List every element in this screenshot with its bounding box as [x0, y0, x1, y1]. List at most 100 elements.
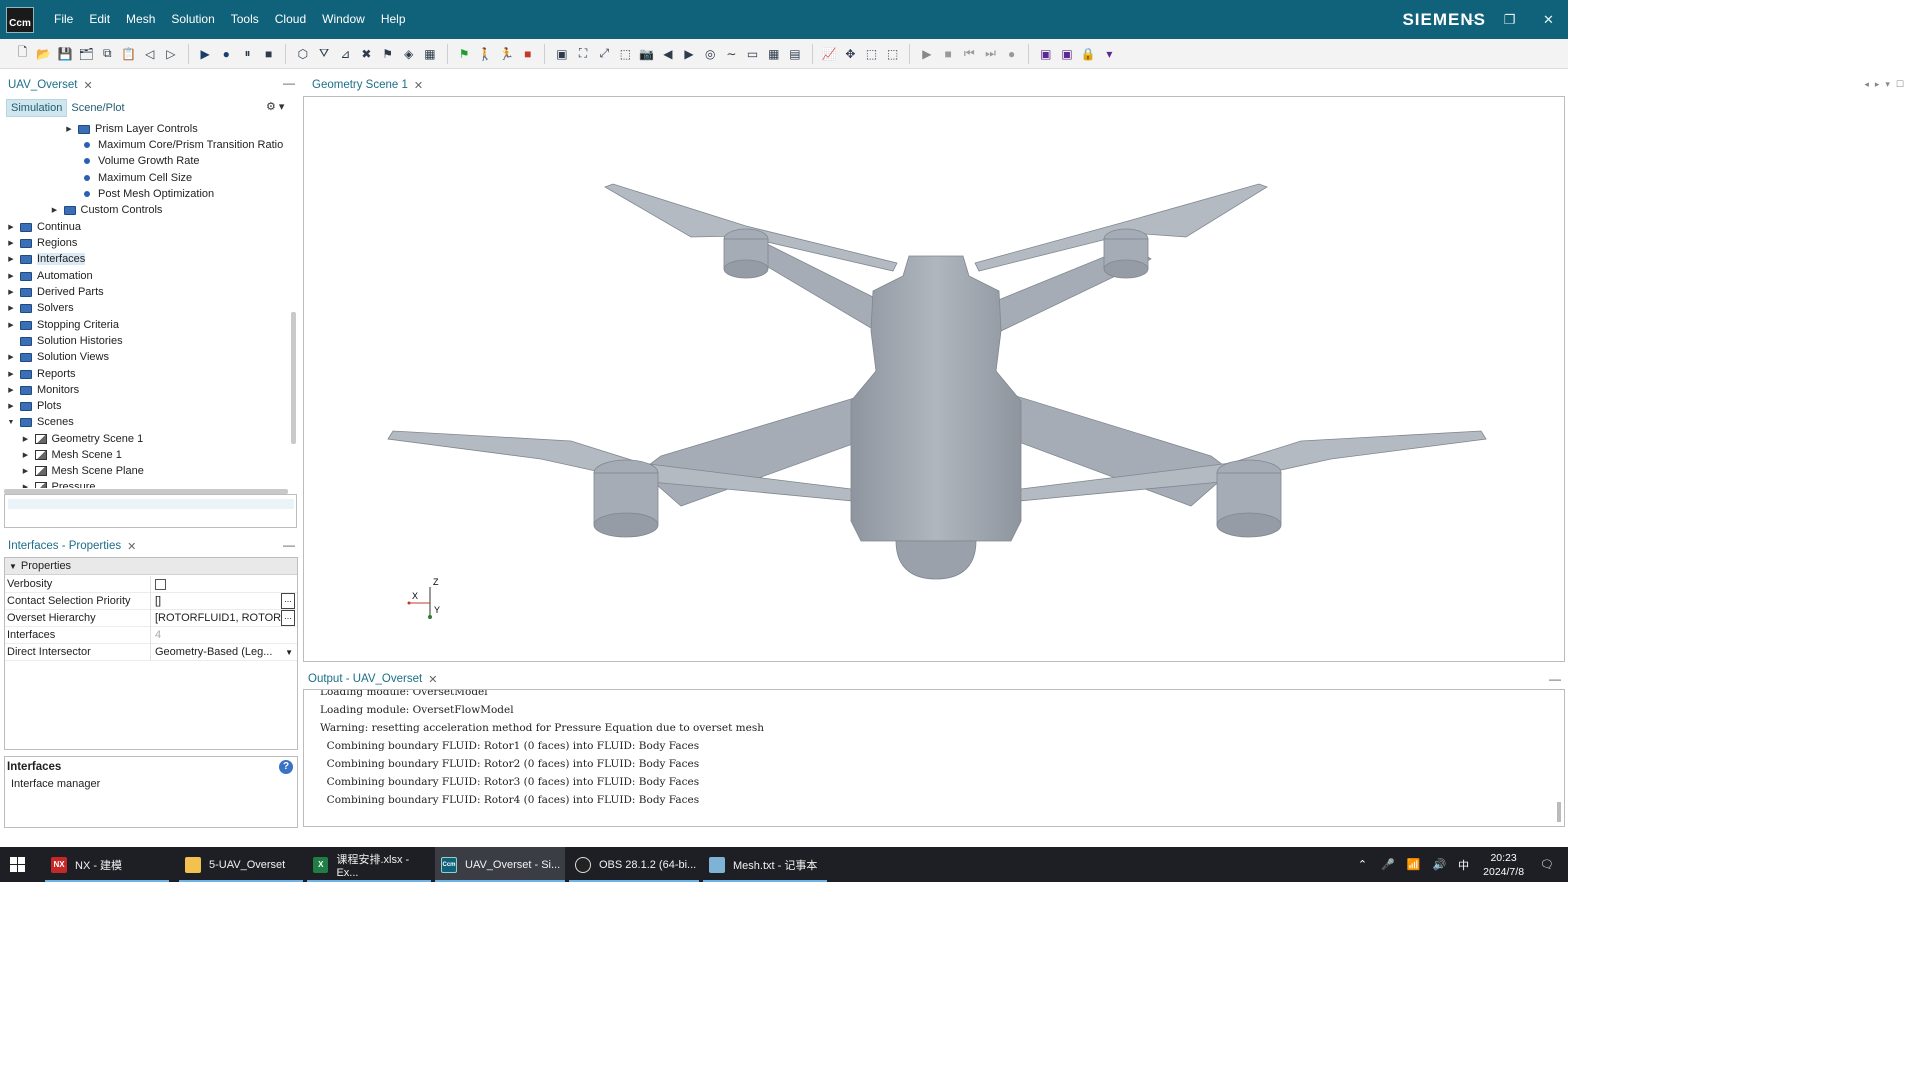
geometry-scene-viewport[interactable]	[303, 96, 1565, 662]
tree-item-scenes[interactable]: ▼ Scenes	[6, 414, 74, 430]
expand-arrow-icon[interactable]: ▶	[64, 125, 74, 133]
prev-icon[interactable]: ⏮	[961, 46, 977, 62]
property-row-direct-intersector[interactable]: Direct Intersector Geometry-Based (Leg...…	[5, 643, 297, 661]
scene-tab[interactable]: Geometry Scene 1 ✕	[312, 74, 423, 96]
expand-arrow-icon[interactable]: ▶	[50, 206, 60, 214]
property-value[interactable]	[151, 576, 297, 593]
minimize-panel-icon[interactable]: —	[1549, 672, 1561, 686]
expand-arrow-icon[interactable]: ▶	[6, 223, 16, 231]
tree-item-solution-views[interactable]: ▶ Solution Views	[6, 349, 109, 365]
taskbar-item[interactable]: obs OBS 28.1.2 (64-bi...	[569, 847, 699, 882]
arrow-right-icon[interactable]: ▶	[681, 46, 697, 62]
next-icon[interactable]: ⏭	[982, 46, 998, 62]
new-file-icon[interactable]: 🗋	[15, 45, 31, 62]
taskbar-item[interactable]: notepad Mesh.txt - 记事本	[703, 847, 827, 882]
notification-icon[interactable]: 🗨	[1540, 858, 1554, 871]
ruler-icon[interactable]: ▭	[745, 46, 761, 62]
expand-arrow-icon[interactable]: ▶	[6, 288, 16, 296]
green-flag-icon[interactable]: ⚑	[456, 46, 472, 62]
minimize-button[interactable]: –	[1451, 0, 1490, 39]
record-icon[interactable]: ●	[1004, 46, 1020, 62]
microphone-icon[interactable]: 🎤	[1381, 858, 1395, 871]
window-1-icon[interactable]: ▣	[1038, 46, 1054, 62]
tab-scene-plot[interactable]: Scene/Plot	[67, 100, 128, 116]
menu-mesh[interactable]: Mesh	[118, 0, 163, 39]
tree-item-custom-controls[interactable]: ▶ Custom Controls	[50, 202, 163, 218]
menu-tools[interactable]: Tools	[223, 0, 267, 39]
fit-icon[interactable]: ⛶	[575, 46, 591, 62]
restore-button[interactable]: ❐	[1490, 0, 1529, 39]
property-value[interactable]: [ROTORFLUID1, ROTOR......	[151, 609, 297, 627]
expand-icon[interactable]: ⤢	[596, 46, 612, 62]
properties-section-header[interactable]: ▼ Properties	[5, 558, 297, 575]
verbosity-checkbox[interactable]	[155, 578, 166, 590]
rect-select-icon[interactable]: ⬚	[864, 46, 880, 62]
collapse-triangle-icon[interactable]: ▼	[9, 562, 17, 571]
run-icon[interactable]: ▶	[197, 46, 213, 62]
network-icon[interactable]: 📶	[1407, 858, 1421, 871]
close-button[interactable]: ✕	[1529, 0, 1568, 39]
tree-item-reports[interactable]: ▶ Reports	[6, 366, 75, 382]
tree-item-continua[interactable]: ▶ Continua	[6, 219, 81, 235]
property-row-overset-hierarchy[interactable]: Overset Hierarchy [ROTORFLUID1, ROTOR....…	[5, 609, 297, 627]
menu-edit[interactable]: Edit	[81, 0, 118, 39]
dropdown-icon[interactable]: ▾	[1101, 46, 1117, 62]
tree-item-solvers[interactable]: ▶ Solvers	[6, 300, 73, 316]
window-2-icon[interactable]: ▣	[1059, 46, 1075, 62]
menu-cloud[interactable]: Cloud	[267, 0, 314, 39]
tree-filter-box[interactable]	[4, 494, 297, 528]
runner-icon[interactable]: 🏃	[499, 46, 515, 62]
close-icon[interactable]: ✕	[414, 79, 423, 92]
transform-icon[interactable]: ✥	[842, 46, 858, 62]
mesh-3d-icon[interactable]: ⬡	[295, 46, 311, 62]
red-square-icon[interactable]: ■	[520, 46, 536, 62]
expand-arrow-icon[interactable]: ▶	[6, 272, 16, 280]
property-row-contact-selection-priority[interactable]: Contact Selection Priority[]...	[5, 592, 297, 610]
tree-item-monitors[interactable]: ▶ Monitors	[6, 382, 79, 398]
scene-view-icon[interactable]: ▣	[554, 46, 570, 62]
tree-item-maximum-cell-size[interactable]: Maximum Cell Size	[64, 170, 192, 186]
chart-icon[interactable]: 📈	[821, 46, 837, 62]
rect-select-2-icon[interactable]: ⬚	[885, 46, 901, 62]
property-row-interfaces[interactable]: Interfaces 4	[5, 626, 297, 644]
flag-tool-icon[interactable]: ⚑	[380, 46, 396, 62]
ime-indicator[interactable]: 中	[1458, 857, 1469, 873]
paste-icon[interactable]: 📋	[121, 46, 137, 62]
expand-arrow-icon[interactable]: ▶	[6, 255, 16, 263]
menu-window[interactable]: Window	[314, 0, 373, 39]
expand-arrow-icon[interactable]: ▶	[6, 402, 16, 410]
tree-item-geometry-scene-1[interactable]: ▶ Geometry Scene 1	[21, 431, 143, 447]
copy-icon[interactable]: ⧉	[99, 46, 115, 62]
tree-item-mesh-scene-plane[interactable]: ▶ Mesh Scene Plane	[21, 463, 144, 479]
output-tab[interactable]: Output - UAV_Overset ✕	[308, 668, 437, 690]
taskbar-item[interactable]: Ccm UAV_Overset - Si...	[435, 847, 565, 882]
expand-arrow-icon[interactable]: ▶	[21, 435, 31, 443]
expand-arrow-icon[interactable]: ▶	[21, 451, 31, 459]
taskbar-item[interactable]: NX NX - 建模	[45, 847, 169, 882]
minimize-panel-icon[interactable]: —	[283, 76, 295, 90]
save-all-icon[interactable]: 🗂	[78, 46, 94, 62]
tree-item-stopping-criteria[interactable]: ▶ Stopping Criteria	[6, 317, 119, 333]
tree-item-regions[interactable]: ▶ Regions	[6, 235, 77, 251]
expand-arrow-icon[interactable]: ▶	[6, 353, 16, 361]
menu-solution[interactable]: Solution	[163, 0, 222, 39]
expand-arrow-icon[interactable]: ▶	[21, 483, 31, 488]
grid-tool-icon[interactable]: ▦	[422, 46, 438, 62]
filter-icon[interactable]: ⛛	[316, 46, 332, 62]
expand-arrow-icon[interactable]: ▶	[6, 386, 16, 394]
scene-nav-icons[interactable]: ◂▸▾☐	[1864, 79, 1910, 90]
surface-icon[interactable]: ◈	[401, 46, 417, 62]
expand-arrow-icon[interactable]: ▶	[21, 467, 31, 475]
close-icon[interactable]: ✕	[127, 540, 136, 553]
arrow-left-icon[interactable]: ◀	[660, 46, 676, 62]
tree-item-plots[interactable]: ▶ Plots	[6, 398, 61, 414]
expand-arrow-icon[interactable]: ▶	[6, 321, 16, 329]
tree-item-derived-parts[interactable]: ▶ Derived Parts	[6, 284, 103, 300]
line-icon[interactable]: ∼	[723, 46, 739, 62]
tree-item-post-mesh-optimization[interactable]: Post Mesh Optimization	[64, 186, 214, 202]
output-scrollbar[interactable]	[1557, 802, 1561, 822]
tree-item-pressure[interactable]: ▶ Pressure	[21, 479, 96, 488]
stop-icon[interactable]: ■	[261, 46, 277, 62]
expand-arrow-icon[interactable]: ▶	[6, 304, 16, 312]
chevron-down-icon[interactable]: ▼	[285, 644, 293, 661]
